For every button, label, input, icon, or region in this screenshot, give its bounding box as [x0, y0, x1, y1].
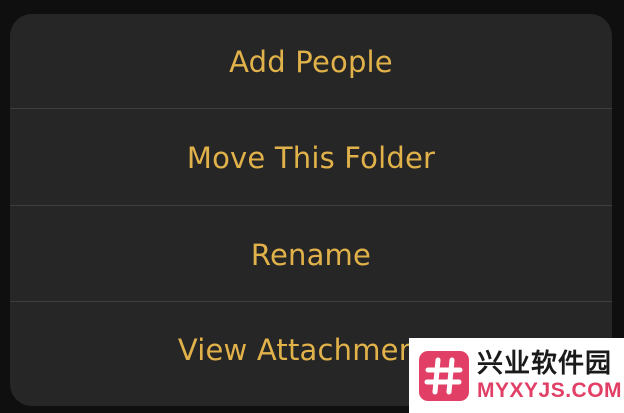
view-attachments-label: View Attachments: [177, 333, 445, 367]
move-folder-button[interactable]: Move This Folder: [10, 110, 612, 206]
watermark-brand-cn: 兴业软件园: [477, 348, 613, 379]
watermark-text: 兴业软件园 MYXYJS.COM: [477, 349, 622, 403]
add-people-button[interactable]: Add People: [10, 14, 612, 110]
watermark-brand-en: MYXYJS.COM: [477, 378, 623, 402]
move-folder-label: Move This Folder: [186, 141, 436, 175]
rename-button[interactable]: Rename: [10, 207, 612, 303]
hash-logo-icon: [419, 350, 469, 401]
add-people-label: Add People: [229, 45, 393, 79]
site-watermark: 兴业软件园 MYXYJS.COM: [409, 338, 624, 413]
divider: [10, 108, 612, 109]
rename-label: Rename: [250, 238, 372, 272]
divider: [10, 205, 612, 206]
